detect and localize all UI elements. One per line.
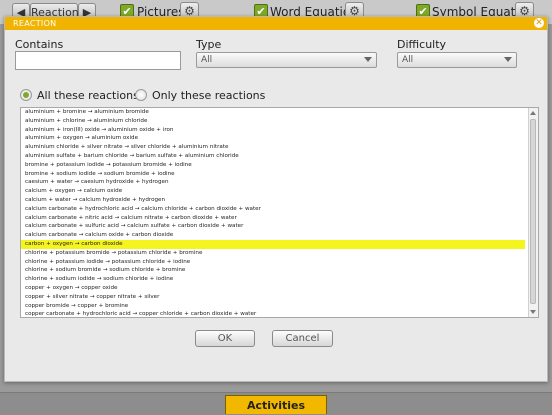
chevron-down-icon xyxy=(364,57,372,62)
list-item[interactable]: caesium + water → caesium hydroxide + hy… xyxy=(21,178,525,187)
list-item[interactable]: calcium carbonate + sulfuric acid → calc… xyxy=(21,222,525,231)
list-item[interactable]: bromine + potassium iodide → potassium b… xyxy=(21,161,525,170)
reaction-list-items: aluminium + bromine → aluminium bromide a… xyxy=(21,108,525,317)
scroll-down-icon[interactable] xyxy=(530,310,536,314)
list-item[interactable]: chlorine + sodium iodide → sodium chlori… xyxy=(21,275,525,284)
contains-input[interactable] xyxy=(15,51,181,70)
reaction-list[interactable]: aluminium + bromine → aluminium bromide a… xyxy=(20,107,539,318)
dialog-header: REACTION ✕ xyxy=(5,17,547,30)
list-item[interactable]: aluminium + iron(III) oxide → aluminium … xyxy=(21,126,525,135)
list-item[interactable]: aluminium chloride + silver nitrate → si… xyxy=(21,143,525,152)
list-item[interactable]: calcium + water → calcium hydroxide + hy… xyxy=(21,196,525,205)
difficulty-select-value: All xyxy=(402,55,414,65)
list-item[interactable]: chlorine + potassium bromide → potassium… xyxy=(21,249,525,258)
list-item[interactable]: copper bromide → copper + bromine xyxy=(21,302,525,311)
list-item[interactable]: copper + silver nitrate → copper nitrate… xyxy=(21,293,525,302)
difficulty-select[interactable]: All xyxy=(397,52,517,68)
close-icon[interactable]: ✕ xyxy=(534,18,544,28)
list-item[interactable]: carbon + oxygen → carbon dioxide xyxy=(21,239,525,249)
list-item[interactable]: bromine + sodium iodide → sodium bromide… xyxy=(21,170,525,179)
list-item[interactable]: aluminium sulfate + barium chloride → ba… xyxy=(21,152,525,161)
reaction-dialog: REACTION ✕ Contains Type All Difficulty … xyxy=(4,16,548,382)
difficulty-label: Difficulty xyxy=(397,38,447,51)
type-select-value: All xyxy=(201,55,213,65)
chevron-down-icon xyxy=(504,57,512,62)
dialog-title: REACTION xyxy=(13,19,57,28)
activities-tab[interactable]: Activities xyxy=(225,395,327,414)
contains-label: Contains xyxy=(15,38,64,51)
scroll-up-icon[interactable] xyxy=(530,111,536,115)
ok-button[interactable]: OK xyxy=(195,330,255,347)
list-item[interactable]: calcium carbonate + nitric acid → calciu… xyxy=(21,214,525,223)
list-item[interactable]: chlorine + sodium bromide → sodium chlor… xyxy=(21,266,525,275)
list-item[interactable]: aluminium + chlorine → aluminium chlorid… xyxy=(21,117,525,126)
radio-all-reactions[interactable] xyxy=(20,89,32,101)
type-label: Type xyxy=(196,38,222,51)
radio-only-label: Only these reactions xyxy=(152,89,266,102)
list-item[interactable]: aluminium + oxygen → aluminium oxide xyxy=(21,134,525,143)
list-item[interactable]: calcium carbonate → calcium oxide + carb… xyxy=(21,231,525,240)
list-item[interactable]: chlorine + potassium iodide → potassium … xyxy=(21,258,525,267)
radio-only-reactions[interactable] xyxy=(135,89,147,101)
list-item[interactable]: calcium + oxygen → calcium oxide xyxy=(21,187,525,196)
list-item[interactable]: calcium carbonate + hydrochloric acid → … xyxy=(21,205,525,214)
scrollbar[interactable] xyxy=(528,108,538,317)
scroll-thumb[interactable] xyxy=(530,119,536,304)
list-item[interactable]: copper carbonate + hydrochloric acid → c… xyxy=(21,310,525,317)
radio-all-label: All these reactions xyxy=(37,89,139,102)
type-select[interactable]: All xyxy=(196,52,377,68)
cancel-button[interactable]: Cancel xyxy=(272,330,333,347)
list-item[interactable]: copper + oxygen → copper oxide xyxy=(21,284,525,293)
list-item[interactable]: aluminium + bromine → aluminium bromide xyxy=(21,108,525,117)
